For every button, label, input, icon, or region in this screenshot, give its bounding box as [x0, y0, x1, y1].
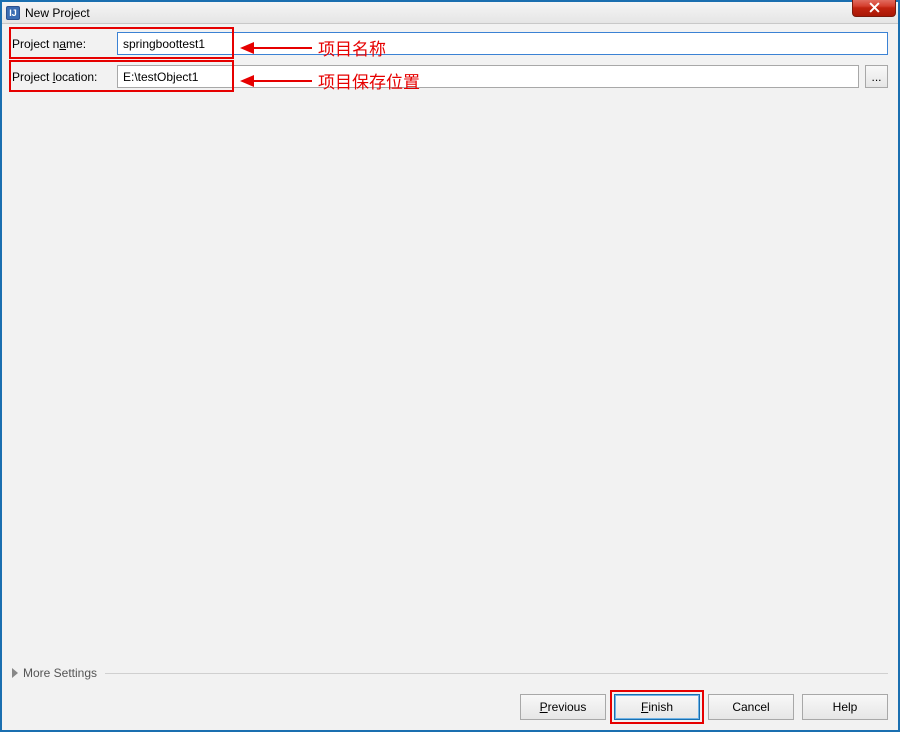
project-location-input[interactable]: [117, 65, 859, 88]
annotation-box: [610, 690, 704, 724]
chevron-right-icon: [12, 668, 18, 678]
previous-button[interactable]: Previous: [520, 694, 606, 720]
titlebar: IJ New Project: [2, 2, 898, 24]
project-name-row: Project name: 项目名称: [12, 32, 888, 55]
help-button[interactable]: Help: [802, 694, 888, 720]
close-button[interactable]: [852, 0, 896, 17]
project-location-row: Project location: ... 项目保存位置: [12, 65, 888, 88]
button-bar: Previous Finish Cancel Help: [12, 694, 888, 720]
project-location-label: Project location:: [12, 70, 117, 84]
cancel-button[interactable]: Cancel: [708, 694, 794, 720]
more-settings-label: More Settings: [23, 666, 97, 680]
close-icon: [869, 2, 880, 13]
dialog-content: Project name: 项目名称 Project location: ...…: [2, 24, 898, 730]
app-icon: IJ: [6, 6, 20, 20]
window-title: New Project: [25, 6, 90, 20]
spacer: [12, 98, 888, 666]
divider: [105, 673, 888, 674]
finish-button[interactable]: Finish: [614, 694, 700, 720]
project-name-label: Project name:: [12, 37, 117, 51]
browse-button[interactable]: ...: [865, 65, 888, 88]
project-name-input[interactable]: [117, 32, 888, 55]
more-settings-toggle[interactable]: More Settings: [12, 666, 888, 680]
